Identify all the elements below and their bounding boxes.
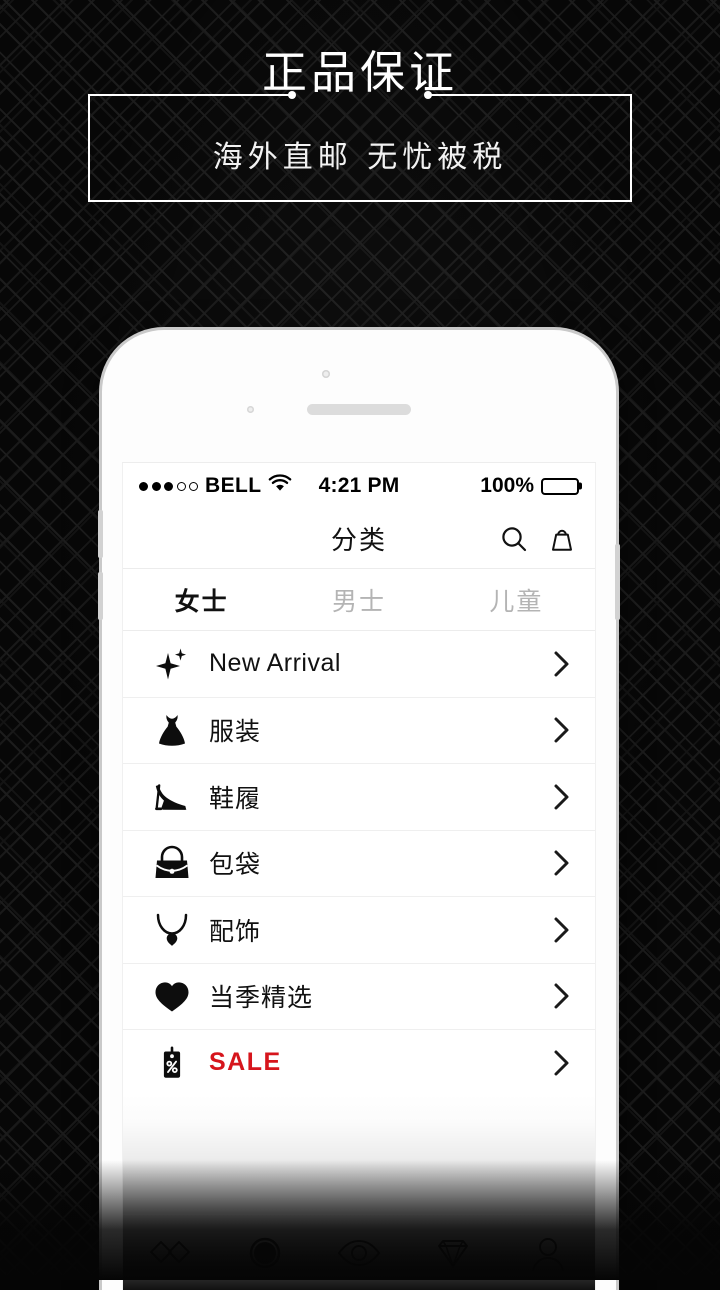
category-label: 鞋履 bbox=[209, 783, 262, 813]
chevron-right-icon bbox=[551, 848, 579, 878]
wifi-icon bbox=[268, 474, 292, 498]
category-row-shoes[interactable]: 鞋履 bbox=[123, 764, 595, 831]
front-camera bbox=[322, 370, 330, 378]
promo-title: 正品保证 bbox=[261, 46, 458, 99]
dress-icon bbox=[145, 710, 199, 750]
chevron-right-icon bbox=[551, 915, 579, 945]
price-tag-percent-icon bbox=[145, 1043, 199, 1083]
tab-bar-item-home[interactable] bbox=[123, 1233, 217, 1273]
nav-actions bbox=[499, 524, 577, 554]
category-label: 配饰 bbox=[209, 916, 262, 946]
sparkle-icon bbox=[145, 644, 199, 684]
necklace-icon bbox=[145, 910, 199, 950]
category-row-clothing[interactable]: 服装 bbox=[123, 697, 595, 764]
phone-screen: BELL 4:21 PM 100% 分类 女士 男士 儿童 New Arriva… bbox=[122, 462, 596, 1290]
chevron-right-icon bbox=[551, 649, 579, 679]
volume-up-button[interactable] bbox=[98, 510, 103, 558]
category-label: 服装 bbox=[209, 717, 262, 747]
gem-icon bbox=[430, 1233, 476, 1273]
category-label: New Arrival bbox=[209, 649, 341, 678]
tab-men[interactable]: 男士 bbox=[280, 569, 437, 630]
status-bar-clock: 4:21 PM bbox=[318, 474, 400, 497]
chevron-right-icon bbox=[551, 782, 579, 812]
tab-kids[interactable]: 儿童 bbox=[438, 569, 595, 630]
category-row-sale[interactable]: SALE bbox=[123, 1030, 595, 1097]
screen-fade-overlay bbox=[123, 1095, 595, 1290]
carrier-label: BELL bbox=[205, 474, 262, 497]
tab-women[interactable]: 女士 bbox=[123, 569, 280, 630]
high-heel-icon bbox=[145, 777, 199, 817]
category-row-new-arrival[interactable]: New Arrival bbox=[123, 631, 595, 698]
app-nav-bar: 分类 bbox=[123, 509, 595, 569]
gender-tab-bar: 女士 男士 儿童 bbox=[123, 569, 595, 631]
chevron-right-icon bbox=[551, 715, 579, 745]
chevron-right-icon bbox=[551, 1048, 579, 1078]
volume-down-button[interactable] bbox=[98, 572, 103, 620]
promo-subtitle: 海外直邮 无忧被税 bbox=[212, 140, 508, 175]
person-icon bbox=[526, 1233, 570, 1273]
eye-icon bbox=[335, 1233, 383, 1273]
category-row-seasonal-picks[interactable]: 当季精选 bbox=[123, 963, 595, 1030]
phone-device-mockup: BELL 4:21 PM 100% 分类 女士 男士 儿童 New Arriva… bbox=[98, 330, 620, 1290]
diamonds-home-icon bbox=[147, 1233, 193, 1273]
status-bar: BELL 4:21 PM 100% bbox=[123, 463, 595, 509]
bottom-tab-bar bbox=[123, 1214, 595, 1290]
search-icon[interactable] bbox=[499, 524, 529, 554]
tab-bar-item-brands[interactable] bbox=[406, 1233, 500, 1273]
status-bar-left: BELL bbox=[139, 474, 319, 498]
category-row-bags[interactable]: 包袋 bbox=[123, 830, 595, 897]
promo-banner: 正品保证 海外直邮 无忧被税 bbox=[88, 50, 632, 202]
battery-percent-label: 100% bbox=[480, 474, 535, 497]
tab-bar-item-discover[interactable] bbox=[312, 1233, 406, 1273]
power-button[interactable] bbox=[615, 544, 620, 620]
earpiece-speaker bbox=[307, 404, 411, 415]
category-label: 包袋 bbox=[209, 850, 262, 880]
status-bar-right: 100% bbox=[399, 474, 580, 498]
shopping-bag-icon[interactable] bbox=[547, 524, 577, 554]
heart-icon bbox=[145, 976, 199, 1016]
tab-bar-item-profile[interactable] bbox=[501, 1233, 595, 1273]
handbag-icon bbox=[145, 843, 199, 883]
chevron-right-icon bbox=[551, 981, 579, 1011]
category-row-accessories[interactable]: 配饰 bbox=[123, 897, 595, 964]
category-list: New Arrival 服装 鞋履 包袋 配饰 当季精选 SALE bbox=[123, 631, 595, 1097]
proximity-sensor bbox=[247, 406, 254, 413]
filled-circle-icon bbox=[243, 1233, 287, 1273]
battery-full-icon bbox=[541, 477, 580, 495]
category-label: SALE bbox=[209, 1048, 282, 1077]
tab-bar-item-category[interactable] bbox=[217, 1233, 311, 1273]
category-label: 当季精选 bbox=[209, 983, 314, 1013]
signal-strength-icon bbox=[139, 481, 198, 491]
